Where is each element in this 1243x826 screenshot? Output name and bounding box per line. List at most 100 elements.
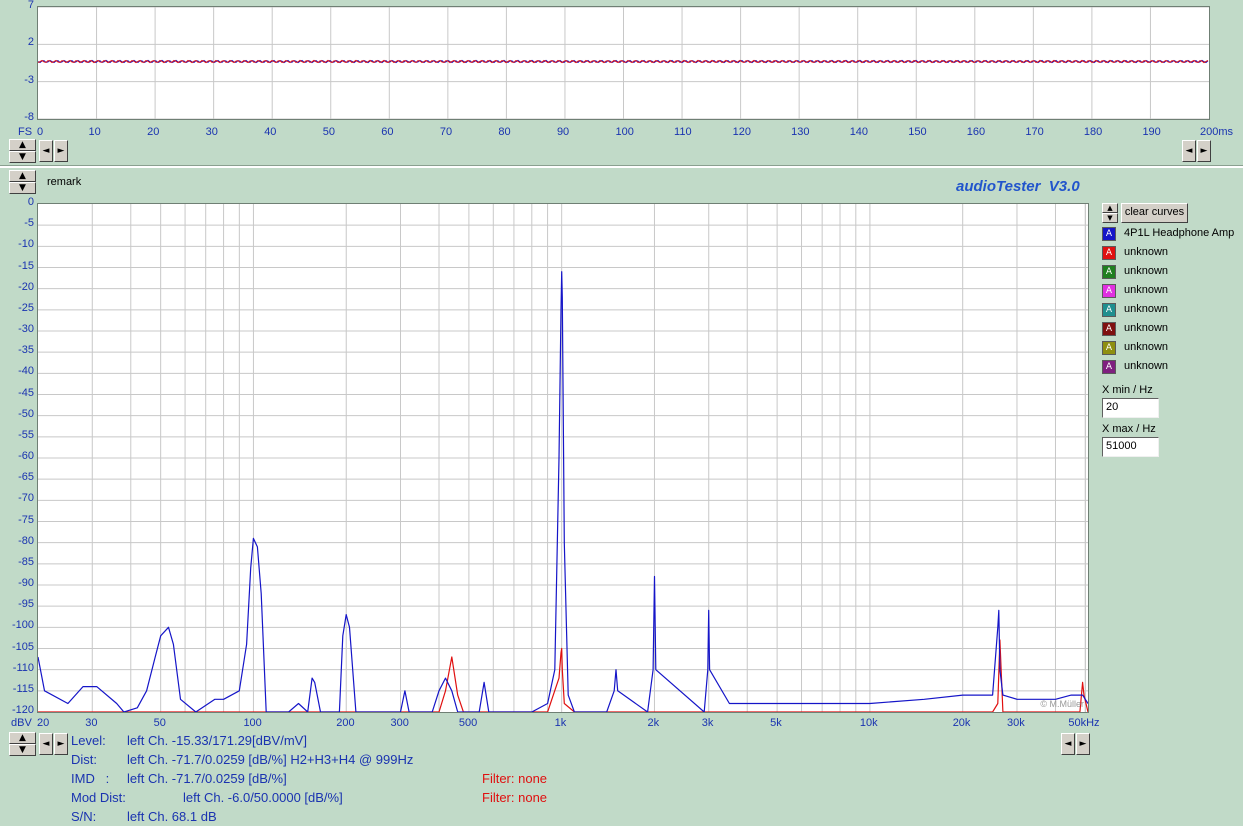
y-tick-label: -75: [18, 513, 34, 526]
xmax-field[interactable]: 51000: [1102, 437, 1159, 457]
legend-item[interactable]: Aunknown: [1102, 264, 1242, 281]
spectrum-trace-0: [38, 271, 1088, 712]
x-tick-label: 40: [264, 126, 277, 138]
y-tick-label: -110: [12, 661, 34, 674]
app-title: audioTester V3.0: [956, 178, 1080, 195]
legend-item[interactable]: Aunknown: [1102, 245, 1242, 262]
spectrum-zoom-left-button[interactable]: ◄: [1061, 733, 1075, 755]
x-tick-label: 2k: [647, 717, 660, 729]
time-domain-svg: [38, 7, 1209, 119]
x-tick-label: 100: [615, 126, 634, 138]
spectrum-scroll-right-button[interactable]: ►: [54, 733, 68, 755]
y-tick-label: -100: [11, 619, 34, 632]
x-tick-label: 50: [322, 126, 335, 138]
legend-item[interactable]: Aunknown: [1102, 321, 1242, 338]
legend-label: 4P1L Headphone Amp: [1124, 227, 1235, 239]
remark-label: remark: [47, 176, 82, 188]
spectrum-zoom-right-button[interactable]: ►: [1076, 733, 1090, 755]
legend-item[interactable]: Aunknown: [1102, 340, 1242, 357]
x-tick-label: 10k: [859, 717, 878, 729]
y-tick-label: -3: [24, 73, 34, 86]
spin-down-button[interactable]: ▼: [9, 182, 36, 194]
spectrum-trace-1: [38, 639, 1088, 712]
legend-label: unknown: [1124, 360, 1169, 372]
y-tick-label: -20: [18, 280, 34, 293]
spectrum-scroll-left-button[interactable]: ◄: [39, 733, 53, 755]
y-tick-label: -90: [18, 577, 34, 589]
legend-label: unknown: [1124, 341, 1169, 353]
spectrum-y-unit: dBV: [11, 717, 32, 729]
y-tick-label: -105: [11, 640, 34, 653]
moddist-filter: Filter: none: [482, 790, 548, 805]
curve-color-icon[interactable]: A: [1102, 360, 1116, 374]
time-scroll-right-button[interactable]: ►: [54, 140, 68, 162]
x-tick-label: 140: [849, 126, 869, 138]
time-domain-plot: [37, 6, 1210, 120]
legend-label: unknown: [1124, 246, 1169, 258]
y-tick-label: -85: [18, 555, 34, 568]
curve-color-icon[interactable]: A: [1102, 227, 1116, 241]
time-y-spinner[interactable]: ▲ ▼: [9, 139, 36, 163]
spin-down-button[interactable]: ▼: [9, 151, 36, 163]
legend-item[interactable]: A 4P1L Headphone Amp: [1102, 226, 1242, 243]
curve-color-icon[interactable]: A: [1102, 265, 1116, 279]
y-tick-label: -120: [11, 704, 34, 716]
x-tick-label: 500: [458, 717, 478, 729]
time-zoom-left-button[interactable]: ◄: [1182, 140, 1196, 162]
y-tick-label: -50: [18, 407, 34, 420]
xmin-label: X min / Hz: [1102, 384, 1153, 396]
legend-item[interactable]: Aunknown: [1102, 302, 1242, 319]
moddist-label: Mod Dist:: [71, 790, 126, 805]
y-tick-label: -15: [18, 259, 34, 272]
x-tick-label: 170: [1025, 126, 1044, 138]
y-tick-label: 7: [27, 0, 34, 11]
spin-down-button[interactable]: ▼: [1102, 213, 1118, 223]
panel-splitter[interactable]: [0, 165, 1243, 168]
spin-up-button[interactable]: ▲: [9, 732, 36, 744]
legend-item[interactable]: Aunknown: [1102, 283, 1242, 300]
curve-color-icon[interactable]: A: [1102, 322, 1116, 336]
x-tick-label: 20: [147, 126, 160, 138]
spectrum-plot: © M.Müller: [37, 203, 1089, 713]
legend-spinner[interactable]: ▲ ▼: [1102, 203, 1118, 227]
spin-up-button[interactable]: ▲: [1102, 203, 1118, 213]
x-tick-label: 200ms: [1200, 126, 1234, 138]
y-tick-label: -80: [18, 534, 34, 547]
x-tick-label: 300: [390, 717, 409, 729]
watermark: © M.Müller: [1040, 699, 1084, 709]
y-tick-label: -115: [12, 682, 34, 695]
legend-label: unknown: [1124, 322, 1169, 334]
level-value: left Ch. -15.33/171.29[dBV/mV]: [127, 733, 307, 748]
sn-label: S/N:: [71, 809, 97, 824]
spin-down-button[interactable]: ▼: [9, 744, 36, 756]
y-tick-label: -55: [18, 428, 34, 441]
spin-up-button[interactable]: ▲: [9, 139, 36, 151]
curve-color-icon[interactable]: A: [1102, 341, 1116, 355]
time-scroll-left-button[interactable]: ◄: [39, 140, 53, 162]
x-tick-label: 100: [243, 717, 262, 729]
y-tick-label: -10: [18, 238, 34, 251]
time-x-unit: FS: [18, 126, 33, 138]
dist-value: left Ch. -71.7/0.0259 [dB/%] H2+H3+H4 @ …: [127, 752, 414, 767]
spectrum-y-spinner[interactable]: ▲ ▼: [9, 732, 36, 756]
x-tick-label: 30: [205, 126, 218, 138]
moddist-value: left Ch. -6.0/50.0000 [dB/%]: [183, 790, 343, 805]
curve-color-icon[interactable]: A: [1102, 284, 1116, 298]
y-tick-label: -5: [24, 217, 34, 230]
x-tick-label: 50kHz: [1068, 717, 1100, 729]
time-zoom-right-button[interactable]: ►: [1197, 140, 1211, 162]
x-tick-label: 30k: [1006, 717, 1025, 729]
x-tick-label: 10: [88, 126, 101, 138]
x-tick-label: 60: [381, 126, 394, 138]
x-tick-label: 200: [336, 717, 355, 729]
remark-spinner[interactable]: ▲ ▼: [9, 170, 36, 194]
y-tick-label: -40: [18, 365, 34, 378]
curve-color-icon[interactable]: A: [1102, 246, 1116, 260]
curve-color-icon[interactable]: A: [1102, 303, 1116, 317]
spin-up-button[interactable]: ▲: [9, 170, 36, 182]
xmin-field[interactable]: 20: [1102, 398, 1159, 418]
x-tick-label: 20: [37, 717, 50, 729]
clear-curves-button[interactable]: clear curves: [1121, 203, 1188, 223]
y-tick-label: -35: [18, 344, 34, 357]
legend-item[interactable]: Aunknown: [1102, 359, 1242, 376]
